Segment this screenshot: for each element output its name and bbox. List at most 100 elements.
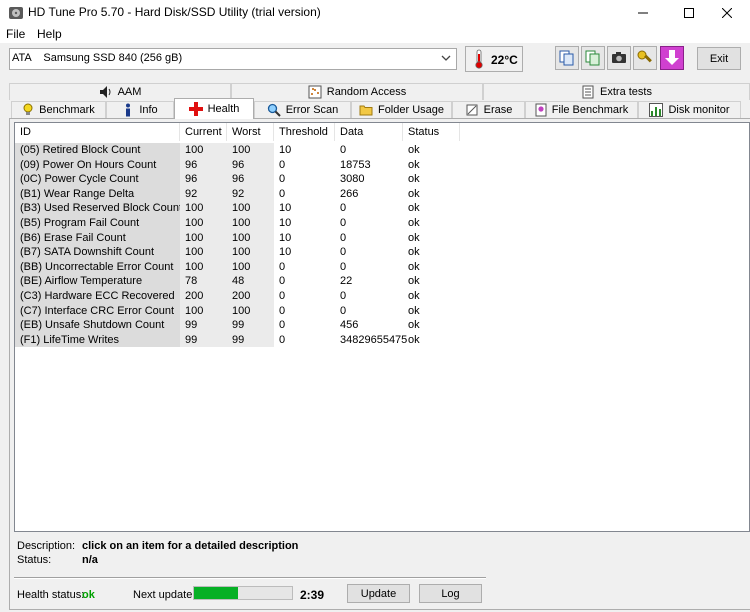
tab-benchmark[interactable]: Benchmark — [11, 101, 106, 118]
cell-worst: 100 — [227, 303, 274, 319]
cell-status: ok — [408, 158, 420, 171]
update-button[interactable]: Update — [347, 584, 410, 603]
table-row[interactable]: (B1) Wear Range Delta 92 92 0 266 ok — [15, 186, 749, 202]
tab-disk-monitor-label: Disk monitor — [668, 104, 730, 116]
column-header-id[interactable]: ID — [15, 123, 180, 141]
copy-all-button[interactable] — [581, 46, 605, 70]
options-button[interactable] — [633, 46, 657, 70]
cell-worst: 99 — [227, 318, 274, 333]
column-header-data[interactable]: Data — [335, 123, 403, 141]
menu-help[interactable]: Help — [37, 27, 62, 41]
cell-worst: 96 — [227, 157, 274, 173]
table-row[interactable]: (B3) Used Reserved Block Count 100 100 10 0 o… — [15, 201, 749, 216]
cell-data: 34829655475 — [340, 333, 408, 346]
tab-error-scan[interactable]: Error Scan — [254, 101, 351, 118]
cell-current: 100 — [180, 201, 227, 216]
table-row[interactable]: (09) Power On Hours Count 96 96 0 18753 ok — [15, 157, 749, 173]
table-row[interactable]: (B5) Program Fail Count 100 100 10 0 ok — [15, 216, 749, 231]
copy-info-button[interactable] — [555, 46, 579, 70]
table-row[interactable]: (BB) Uncorrectable Error Count 100 100 0 0 ok — [15, 259, 749, 275]
info-icon — [126, 103, 131, 117]
tab-erase[interactable]: Erase — [452, 101, 525, 118]
cell-id: (C3) Hardware ECC Recovered — [15, 289, 180, 304]
column-header-status[interactable]: Status — [403, 123, 460, 141]
drive-select-value: ATA Samsung SSD 840 (256 gB) — [12, 52, 183, 64]
cell-data: 0 — [340, 246, 347, 259]
table-row[interactable]: (BE) Airflow Temperature 78 48 0 22 ok — [15, 274, 749, 289]
cell-data: 0 — [340, 202, 347, 215]
column-header-current[interactable]: Current — [180, 123, 227, 141]
copy-all-icon — [585, 50, 600, 66]
cell-status: ok — [408, 275, 420, 288]
table-row[interactable]: (C3) Hardware ECC Recovered 200 200 0 0 ok — [15, 289, 749, 304]
cell-current: 96 — [180, 157, 227, 173]
cell-id: (0C) Power Cycle Count — [15, 172, 180, 187]
tab-extra-tests-label: Extra tests — [600, 86, 652, 98]
tab-erase-label: Erase — [483, 104, 513, 116]
table-row[interactable]: (F1) LifeTime Writes 99 99 0 34829655475 ok — [15, 332, 749, 348]
tab-info[interactable]: Info — [106, 101, 174, 118]
column-header-threshold[interactable]: Threshold — [274, 123, 335, 141]
log-button[interactable]: Log — [419, 584, 482, 603]
tab-extra-tests[interactable]: Extra tests — [483, 83, 750, 100]
tab-benchmark-label: Benchmark — [39, 104, 95, 116]
column-header-worst[interactable]: Worst — [227, 123, 274, 141]
chevron-down-icon — [441, 55, 451, 61]
cell-threshold: 0 — [279, 304, 286, 317]
menu-bar — [0, 25, 750, 43]
window-title: HD Tune Pro 5.70 - Hard Disk/SSD Utility… — [28, 5, 321, 19]
save-button[interactable] — [660, 46, 684, 70]
table-row[interactable]: (C7) Interface CRC Error Count 100 100 0 0 ok — [15, 303, 749, 319]
tools-icon — [637, 50, 652, 63]
menu-file[interactable]: File — [6, 27, 25, 41]
tab-disk-monitor[interactable]: Disk monitor — [638, 101, 741, 118]
status-label: Status: — [17, 554, 52, 566]
cell-status: ok — [408, 304, 420, 317]
exit-button[interactable]: Exit — [697, 47, 741, 70]
tab-folder-usage[interactable]: Folder Usage — [351, 101, 452, 118]
cell-current: 100 — [180, 259, 227, 275]
table-row[interactable]: (B7) SATA Downshift Count 100 100 10 0 ok — [15, 245, 749, 260]
erase-icon — [466, 104, 478, 116]
table-row[interactable]: (05) Retired Block Count 100 100 10 0 ok — [15, 143, 749, 158]
camera-icon — [612, 52, 626, 63]
thermometer-icon — [475, 49, 483, 69]
tab-random-access[interactable]: Random Access — [231, 83, 483, 100]
tab-health[interactable]: Health — [174, 98, 254, 119]
screenshot-button[interactable] — [607, 46, 631, 70]
cell-status: ok — [408, 246, 420, 259]
cell-worst: 100 — [227, 245, 274, 260]
cell-data: 456 — [340, 319, 359, 332]
cell-status: ok — [408, 144, 420, 156]
cell-id: (B6) Erase Fail Count — [15, 230, 180, 246]
cell-data: 0 — [340, 304, 347, 317]
table-row[interactable]: (B6) Erase Fail Count 100 100 10 0 ok — [15, 230, 749, 246]
divider — [14, 577, 486, 579]
folder-icon — [359, 105, 373, 116]
tab-file-benchmark[interactable]: File Benchmark — [525, 101, 638, 118]
cell-current: 200 — [180, 289, 227, 304]
table-row[interactable]: (0C) Power Cycle Count 96 96 0 3080 ok — [15, 172, 749, 187]
tab-folder-usage-label: Folder Usage — [377, 104, 445, 116]
cell-current: 99 — [180, 332, 227, 348]
table-row[interactable]: (EB) Unsafe Shutdown Count 99 99 0 456 ok — [15, 318, 749, 333]
lightbulb-icon — [23, 103, 33, 115]
cell-current: 100 — [180, 245, 227, 260]
tab-aam-label: AAM — [117, 86, 142, 98]
cell-id: (BE) Airflow Temperature — [15, 274, 180, 289]
cell-threshold: 10 — [279, 202, 292, 215]
cell-id: (05) Retired Block Count — [15, 143, 180, 158]
minimize-button[interactable] — [620, 0, 666, 25]
close-button[interactable] — [704, 0, 750, 25]
cell-worst: 100 — [227, 259, 274, 275]
cell-worst: 99 — [227, 332, 274, 348]
speaker-icon — [99, 86, 111, 98]
cell-worst: 100 — [227, 201, 274, 216]
tab-file-benchmark-label: File Benchmark — [551, 104, 629, 116]
cell-id: (BB) Uncorrectable Error Count — [15, 259, 180, 275]
cell-threshold: 0 — [279, 158, 286, 171]
cell-status: ok — [408, 260, 420, 273]
smart-attribute-table[interactable]: ID Current Worst Threshold Data Status (… — [14, 122, 750, 532]
cell-data: 22 — [340, 275, 353, 288]
tab-info-label: Info — [139, 104, 158, 116]
